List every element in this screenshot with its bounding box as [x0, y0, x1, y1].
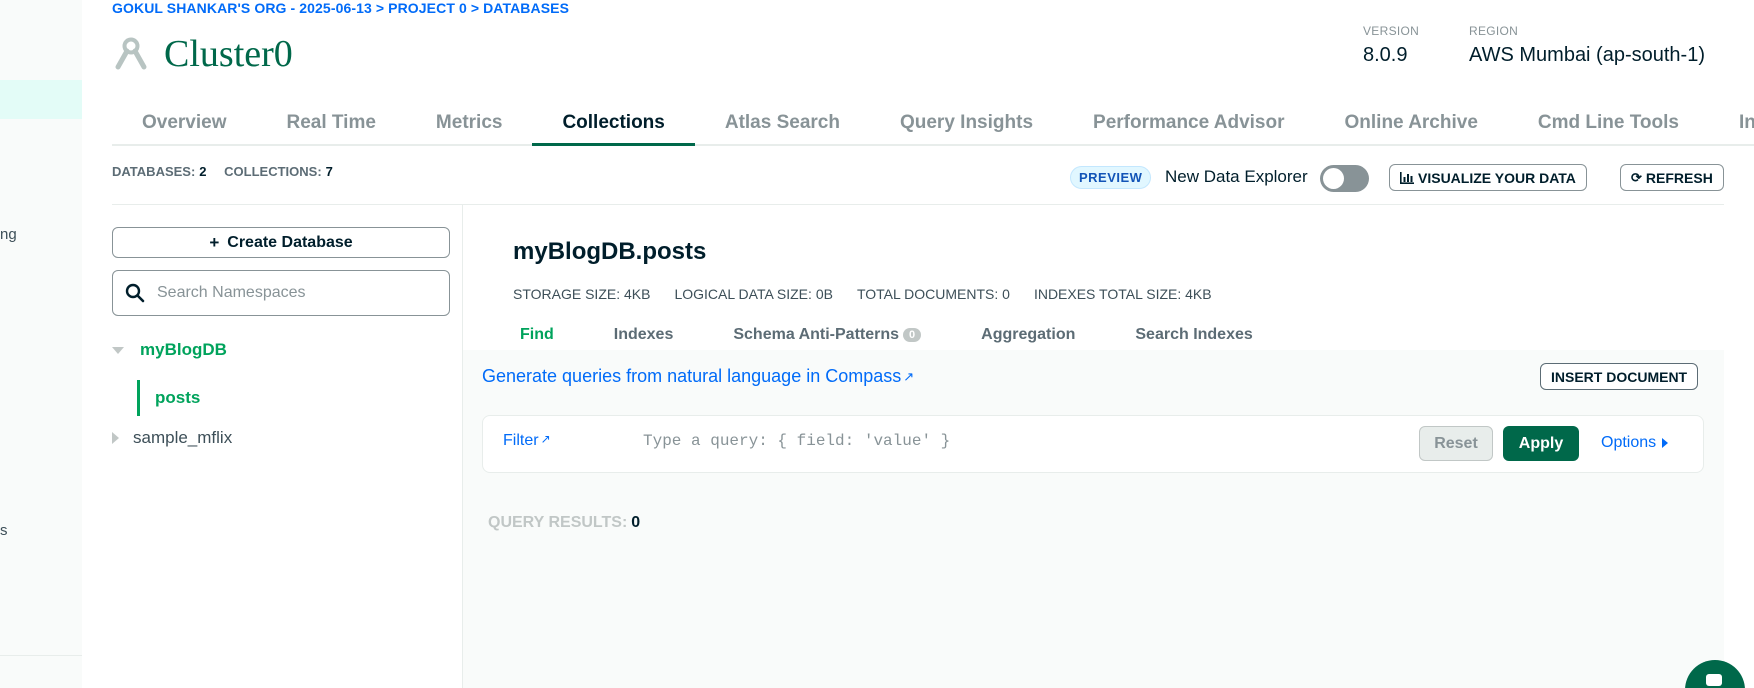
version-block: VERSION 8.0.9 — [1363, 24, 1419, 67]
indexes-size-value: 4KB — [1185, 286, 1212, 302]
plus-icon: + — [209, 232, 220, 252]
total-docs-value: 0 — [1002, 286, 1010, 302]
preview-badge: PREVIEW — [1070, 166, 1152, 189]
storage-size-value: 4KB — [624, 286, 651, 302]
tab-aggregation[interactable]: Aggregation — [951, 322, 1105, 352]
tab-infrastructure[interactable]: Infr — [1709, 108, 1754, 146]
refresh-button[interactable]: ⟳ REFRESH — [1620, 164, 1724, 191]
toolbar-divider — [112, 204, 1724, 205]
create-database-button[interactable]: + Create Database — [112, 227, 450, 258]
logical-size-label: LOGICAL DATA SIZE: — [674, 286, 812, 302]
left-nav-active-item[interactable] — [0, 80, 82, 119]
database-name[interactable]: myBlogDB — [140, 340, 227, 360]
collections-count: 7 — [325, 164, 333, 179]
new-data-explorer-label: New Data Explorer — [1165, 167, 1308, 186]
collection-title: myBlogDB.posts — [513, 238, 707, 265]
collection-stats: STORAGE SIZE: 4KB LOGICAL DATA SIZE: 0B … — [513, 286, 1236, 302]
schema-anti-patterns-label: Schema Anti-Patterns — [733, 326, 900, 343]
toggle-knob — [1323, 168, 1344, 189]
namespace-search[interactable] — [112, 270, 450, 316]
cluster-icon — [115, 37, 147, 70]
filter-label: Filter — [503, 432, 539, 449]
chat-icon — [1706, 674, 1722, 686]
storage-size-label: STORAGE SIZE: — [513, 286, 621, 302]
search-icon — [125, 283, 145, 303]
indexes-size-label: INDEXES TOTAL SIZE: — [1033, 286, 1182, 302]
apply-button[interactable]: Apply — [1503, 426, 1579, 461]
region-block: REGION AWS Mumbai (ap-south-1) — [1469, 24, 1705, 67]
left-nav-fragment-1[interactable]: ng — [0, 226, 17, 243]
tab-performance-advisor[interactable]: Performance Advisor — [1063, 108, 1314, 146]
new-data-explorer-toggle[interactable] — [1320, 165, 1369, 192]
reset-button[interactable]: Reset — [1419, 426, 1493, 461]
filter-link[interactable]: Filter ↗ — [503, 432, 551, 450]
caret-down-icon[interactable] — [112, 346, 124, 354]
refresh-icon: ⟳ — [1631, 169, 1642, 185]
tree-item-sample-mflix[interactable]: sample_mflix — [112, 428, 232, 448]
count-badge: 0 — [903, 328, 922, 342]
tab-collections[interactable]: Collections — [532, 108, 695, 146]
caret-right-icon — [1662, 438, 1669, 448]
version-value: 8.0.9 — [1363, 44, 1408, 66]
tab-atlas-search[interactable]: Atlas Search — [695, 108, 870, 146]
create-database-label: Create Database — [227, 233, 353, 251]
tree-item-myblogdb[interactable]: myBlogDB — [112, 340, 227, 360]
external-link-icon: ↗ — [903, 368, 915, 384]
tab-search-indexes[interactable]: Search Indexes — [1105, 322, 1282, 352]
caret-right-icon[interactable] — [112, 432, 119, 444]
query-results-label: QUERY RESULTS: — [488, 514, 628, 531]
tree-item-posts[interactable]: posts — [137, 380, 200, 416]
cluster-header: Cluster0 — [112, 32, 293, 76]
tab-find[interactable]: Find — [490, 322, 584, 352]
chart-icon — [1400, 171, 1414, 184]
tab-cmd-line-tools[interactable]: Cmd Line Tools — [1508, 108, 1709, 146]
refresh-label: REFRESH — [1645, 169, 1713, 186]
logical-data-size: LOGICAL DATA SIZE: 0B — [674, 286, 832, 302]
tab-overview[interactable]: Overview — [112, 108, 257, 146]
options-button[interactable]: Options — [1601, 434, 1669, 452]
databases-count: 2 — [199, 164, 207, 179]
namespace-stats: DATABASES: 2 COLLECTIONS: 7 — [112, 164, 347, 179]
tab-online-archive[interactable]: Online Archive — [1315, 108, 1508, 146]
cluster-tabs: Overview Real Time Metrics Collections A… — [112, 108, 1754, 146]
region-label: REGION — [1469, 24, 1519, 38]
tab-metrics[interactable]: Metrics — [406, 108, 533, 146]
database-name[interactable]: sample_mflix — [133, 428, 232, 448]
tab-query-insights[interactable]: Query Insights — [870, 108, 1063, 146]
external-link-icon: ↗ — [540, 432, 551, 446]
tab-schema-anti-patterns[interactable]: Schema Anti-Patterns 0 — [703, 322, 951, 352]
total-documents: TOTAL DOCUMENTS: 0 — [857, 286, 1010, 302]
search-namespaces-input[interactable] — [157, 284, 437, 302]
visualize-data-button[interactable]: VISUALIZE YOUR DATA — [1389, 164, 1587, 191]
tab-indexes[interactable]: Indexes — [584, 322, 704, 352]
databases-count-label: DATABASES: — [112, 164, 196, 179]
tab-real-time[interactable]: Real Time — [257, 108, 406, 146]
breadcrumb[interactable]: GOKUL SHANKAR'S ORG - 2025-06-13 > PROJE… — [112, 0, 569, 16]
left-nav-fragment-2[interactable]: s — [0, 522, 8, 539]
page-title: Cluster0 — [164, 33, 293, 75]
collections-count-label: COLLECTIONS: — [224, 164, 322, 179]
region-value: AWS Mumbai (ap-south-1) — [1469, 44, 1705, 66]
insert-document-button[interactable]: INSERT DOCUMENT — [1540, 363, 1699, 390]
left-nav: ng s — [0, 0, 82, 688]
compass-link-label: Generate queries from natural language i… — [482, 366, 902, 386]
query-results: QUERY RESULTS: 0 — [488, 514, 640, 532]
version-label: VERSION — [1363, 24, 1420, 38]
logical-size-value: 0B — [815, 286, 833, 302]
query-input[interactable] — [643, 432, 1343, 450]
total-docs-label: TOTAL DOCUMENTS: — [856, 286, 999, 302]
compass-link[interactable]: Generate queries from natural language i… — [482, 366, 914, 387]
find-panel — [463, 350, 1724, 688]
query-results-count: 0 — [631, 514, 641, 531]
query-bar: Filter ↗ Reset Apply Options — [482, 415, 1704, 473]
storage-size: STORAGE SIZE: 4KB — [513, 286, 650, 302]
left-nav-divider — [0, 655, 82, 656]
indexes-total-size: INDEXES TOTAL SIZE: 4KB — [1034, 286, 1212, 302]
visualize-data-label: VISUALIZE YOUR DATA — [1418, 169, 1576, 186]
options-label: Options — [1601, 434, 1657, 451]
collection-subtabs: Find Indexes Schema Anti-Patterns 0 Aggr… — [490, 322, 1283, 352]
